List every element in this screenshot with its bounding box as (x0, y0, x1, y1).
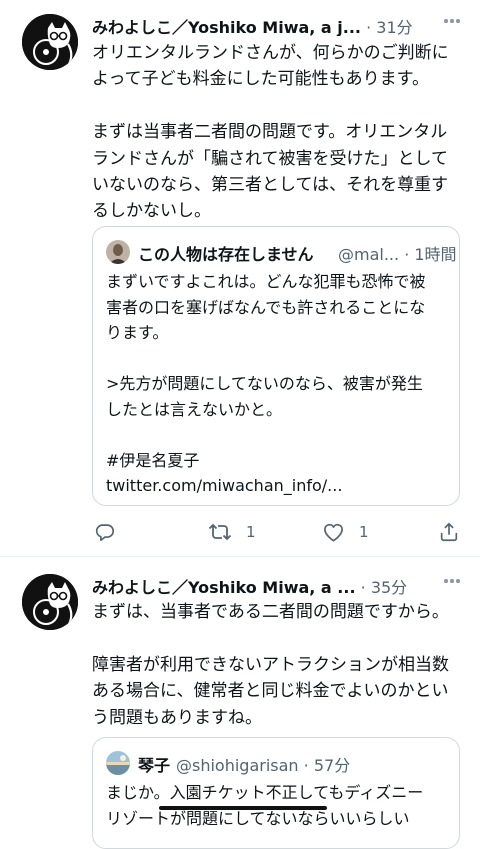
quoted-tweet[interactable]: 琴子 @shiohigarisan · 57分 まじか。入園チケット不正してもデ… (92, 737, 460, 849)
share-icon (440, 522, 458, 542)
quoted-handle: @mal... (338, 245, 400, 264)
reply-button[interactable] (94, 516, 130, 548)
author-avatar[interactable] (22, 14, 78, 70)
tweet[interactable]: みわよしこ／Yoshiko Miwa, a ... · 35分 まずは、当事者で… (0, 557, 480, 849)
like-count: 1 (359, 523, 369, 541)
more-icon[interactable] (442, 574, 462, 594)
avatar-cat-icon (22, 574, 78, 630)
author-name[interactable]: みわよしこ／Yoshiko Miwa, a j... (92, 18, 361, 36)
quoted-handle: @shiohigarisan (176, 756, 299, 775)
quoted-tweet[interactable]: この人物は存在しません @mal... · 1時間 まずいですよこれは。どんな犯… (92, 226, 460, 506)
tweet-header: みわよしこ／Yoshiko Miwa, a ... · 35分 (92, 574, 422, 596)
tweet-actions: 1 1 (92, 516, 468, 548)
avatar-cat-icon (22, 14, 78, 70)
quoted-tweet-text: まずいですよこれは。どんな犯罪も恐怖で被 害者の口を塞げばなんでも許されることに… (106, 272, 426, 495)
like-button[interactable]: 1 (322, 516, 369, 548)
more-icon[interactable] (442, 14, 462, 34)
quoted-avatar (106, 751, 130, 775)
quoted-time: 57分 (313, 756, 351, 775)
like-icon (324, 523, 343, 542)
author-avatar[interactable] (22, 574, 78, 630)
tweet-text: まずは、当事者である二者間の問題ですから。 障害者が利用できないアトラクションが… (92, 602, 449, 728)
quoted-meta: @shiohigarisan · 57分 (176, 752, 350, 776)
highlight-underline (159, 806, 327, 810)
quoted-author-name: この人物は存在しません (138, 245, 314, 264)
tweet-time[interactable]: 31分 (376, 18, 412, 36)
meta-separator: · (360, 578, 366, 596)
author-name[interactable]: みわよしこ／Yoshiko Miwa, a ... (92, 578, 356, 596)
tweet[interactable]: みわよしこ／Yoshiko Miwa, a j... · 31分 オリエンタルラ… (0, 0, 480, 556)
retweet-icon (208, 523, 232, 541)
quoted-separator: · (303, 756, 309, 775)
retweet-count: 1 (246, 523, 256, 541)
quoted-time: 1時間 (414, 245, 457, 264)
tweet-text: オリエンタルランドさんが、何らかのご判断に よって子ども料金にした可能性もありま… (92, 43, 449, 222)
meta-separator: · (366, 18, 372, 36)
quoted-meta: @mal... · 1時間 (338, 241, 457, 265)
share-button[interactable] (438, 516, 460, 548)
tweet-header: みわよしこ／Yoshiko Miwa, a j... · 31分 (92, 14, 422, 36)
tweet-time[interactable]: 35分 (371, 578, 407, 596)
reply-icon (95, 524, 115, 542)
quoted-author-name: 琴子 (138, 756, 171, 775)
retweet-button[interactable]: 1 (208, 516, 256, 548)
quoted-separator: · (404, 245, 410, 264)
quoted-avatar (106, 240, 130, 264)
